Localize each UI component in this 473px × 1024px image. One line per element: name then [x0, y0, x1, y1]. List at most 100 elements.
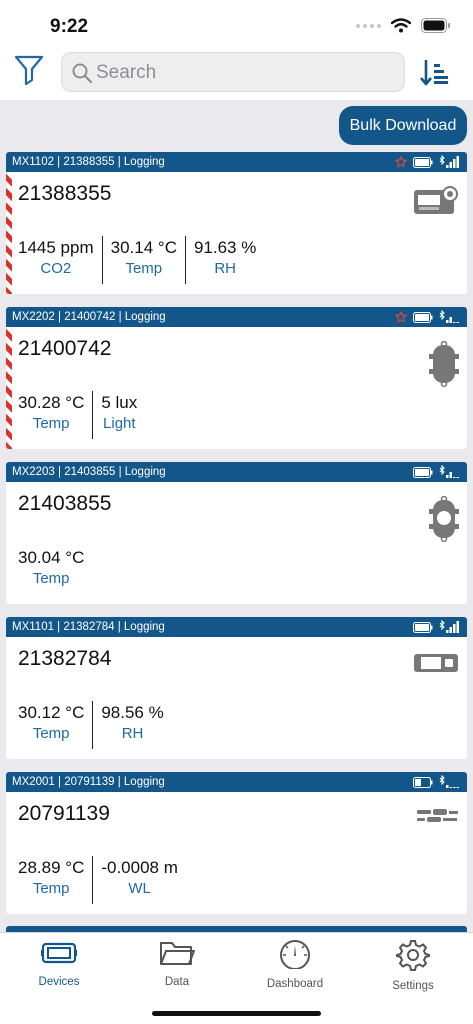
reading-value: 98.56 % [101, 703, 164, 722]
device-serial: 20791139 [18, 802, 110, 825]
device-status-icons [413, 620, 459, 634]
bulk-download-button[interactable]: Bulk Download [339, 106, 467, 145]
gear-icon [396, 940, 430, 971]
device-readings: 28.89 °C Temp -0.0008 m WL [14, 856, 186, 904]
battery-icon [413, 466, 433, 478]
battery-icon [413, 156, 433, 168]
cellular-dots-icon [356, 23, 381, 28]
reading: 1445 ppm CO2 [14, 236, 102, 284]
device-serial: 21388355 [18, 182, 112, 205]
tab-settings[interactable]: Settings [368, 939, 458, 992]
mx2203-device-icon [429, 496, 459, 542]
tab-label: Settings [392, 980, 434, 992]
reading-label: RH [121, 725, 144, 742]
battery-icon [413, 311, 433, 323]
reading-value: 30.14 °C [110, 238, 177, 257]
device-serial: 21382784 [18, 647, 112, 670]
reading: 30.12 °C Temp [14, 701, 92, 749]
reading: 91.63 % RH [184, 236, 264, 284]
reading-value: 1445 ppm [18, 238, 94, 257]
device-card-header: MX2203 | 21403855 | Logging [6, 462, 467, 482]
alarm-stripe [6, 172, 12, 294]
bluetooth-signal-icon [439, 155, 459, 168]
mx1102-device-icon [414, 186, 458, 214]
tab-data[interactable]: Data [132, 939, 222, 988]
device-list: MX1102 | 21388355 | Logging 21388355 144… [6, 152, 467, 927]
alarm-icon [395, 311, 407, 323]
device-card-header: MX2001 | 20791139 | Logging [6, 772, 467, 792]
tab-devices[interactable]: Devices [14, 939, 104, 988]
device-header-text: MX2202 | 21400742 | Logging [12, 311, 166, 323]
device-serial: 21400742 [18, 337, 112, 360]
device-card[interactable]: MX1101 | 21382784 | Logging 21382784 30.… [6, 617, 467, 759]
device-status-icons [395, 155, 459, 169]
reading-label: CO2 [40, 260, 72, 277]
sort-icon [420, 60, 448, 86]
reading-label: Light [103, 415, 136, 432]
reading: 5 lux Light [92, 391, 145, 439]
sort-button[interactable] [420, 58, 452, 88]
bluetooth-signal-icon [439, 310, 459, 323]
search-input[interactable] [96, 59, 386, 87]
bluetooth-signal-icon [439, 775, 459, 788]
reading-value: 30.28 °C [18, 393, 85, 412]
alarm-stripe [6, 327, 12, 449]
reading-value: -0.0008 m [101, 858, 178, 877]
tab-dashboard[interactable]: Dashboard [250, 939, 340, 990]
reading-label: Temp [32, 570, 70, 587]
device-header-text: MX2203 | 21403855 | Logging [12, 466, 166, 478]
tab-bar: Devices Data Dashboard Settings [0, 932, 473, 1024]
devices-icon [41, 942, 77, 964]
device-card[interactable]: MX1102 | 21388355 | Logging 21388355 144… [6, 152, 467, 294]
battery-icon [413, 621, 433, 633]
reading-label: Temp [32, 880, 70, 897]
device-serial: 21403855 [18, 492, 112, 515]
wifi-icon [391, 18, 411, 33]
device-header-text: MX1102 | 21388355 | Logging [12, 156, 165, 168]
reading: 30.04 °C Temp [14, 546, 92, 594]
reading-label: Temp [125, 260, 163, 277]
reading: 98.56 % RH [92, 701, 171, 749]
device-card-header: MX1102 | 21388355 | Logging [6, 152, 467, 172]
reading: 30.14 °C Temp [101, 236, 185, 284]
device-readings: 30.12 °C Temp 98.56 % RH [14, 701, 172, 749]
status-icons [356, 18, 451, 33]
reading: 30.28 °C Temp [14, 391, 92, 439]
gauge-icon [280, 940, 310, 970]
device-card-header: MX1101 | 21382784 | Logging [6, 617, 467, 637]
mx2202-device-icon [429, 341, 459, 387]
search-header [0, 48, 473, 100]
reading-label: Temp [32, 415, 70, 432]
reading-value: 30.04 °C [18, 548, 85, 567]
device-card[interactable]: MX2001 | 20791139 | Logging 20791139 28.… [6, 772, 467, 914]
device-card[interactable]: MX2202 | 21400742 | Logging 21400742 30.… [6, 307, 467, 449]
mx1101-device-icon [414, 654, 458, 672]
search-box[interactable] [61, 52, 405, 92]
reading-value: 30.12 °C [18, 703, 85, 722]
device-status-icons [413, 465, 459, 479]
device-status-icons [413, 775, 459, 789]
reading-label: RH [214, 260, 236, 277]
mx2001-device-icon [417, 809, 458, 822]
device-card-header: MX2202 | 21400742 | Logging [6, 307, 467, 327]
battery-icon [421, 18, 450, 33]
device-card[interactable]: MX2203 | 21403855 | Logging 21403855 30.… [6, 462, 467, 604]
bluetooth-signal-icon [439, 465, 459, 478]
filter-button[interactable] [14, 54, 46, 88]
reading-value: 5 lux [101, 393, 138, 412]
reading: -0.0008 m WL [92, 856, 186, 904]
reading-value: 91.63 % [193, 238, 257, 257]
device-readings: 30.04 °C Temp [14, 546, 92, 594]
alarm-icon [395, 156, 407, 168]
status-bar: 9:22 [0, 0, 473, 48]
status-time: 9:22 [50, 16, 89, 37]
search-icon [72, 63, 93, 84]
tab-label: Dashboard [266, 978, 324, 990]
folder-icon [160, 942, 195, 965]
device-readings: 1445 ppm CO2 30.14 °C Temp 91.63 % RH [14, 236, 264, 284]
device-header-text: MX1101 | 21382784 | Logging [12, 621, 165, 633]
device-status-icons [395, 310, 459, 324]
device-header-text: MX2001 | 20791139 | Logging [12, 776, 165, 788]
tab-label: Data [164, 976, 190, 988]
bluetooth-signal-icon [439, 620, 459, 633]
